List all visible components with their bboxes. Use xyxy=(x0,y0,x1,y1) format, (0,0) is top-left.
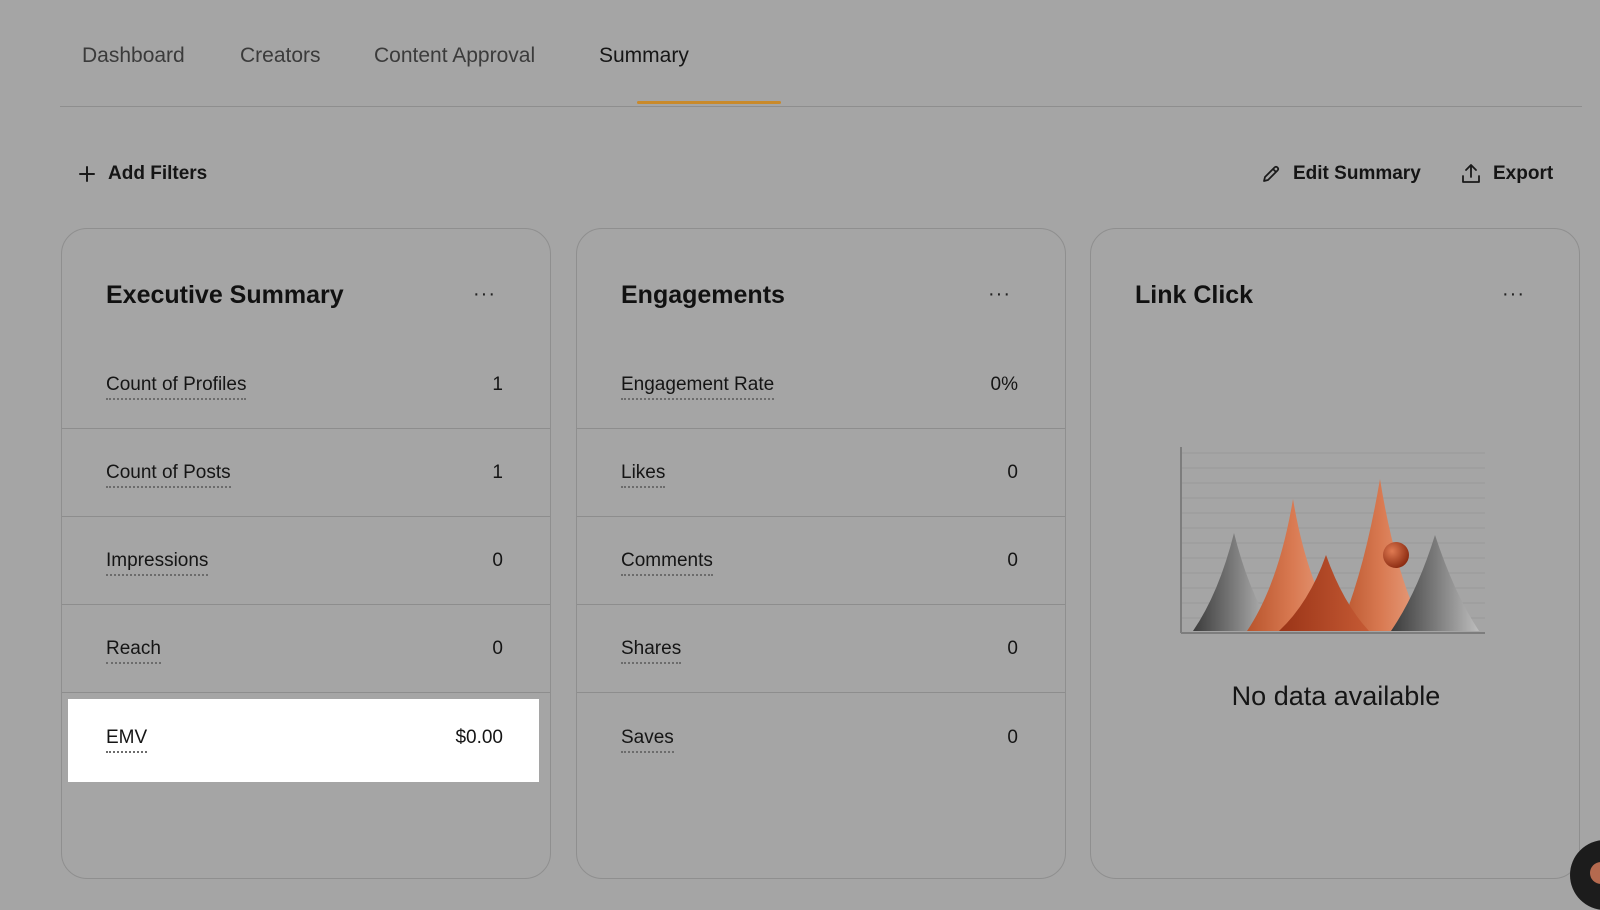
metric-label: Likes xyxy=(621,462,666,488)
metric-row-engagement-rate[interactable]: Engagement Rate 0% xyxy=(577,341,1065,429)
edit-summary-button[interactable]: Edit Summary xyxy=(1261,160,1421,188)
add-filters-button[interactable]: Add Filters xyxy=(78,160,207,188)
metric-value: $0.00 xyxy=(455,727,503,748)
active-tab-indicator xyxy=(637,101,781,104)
metric-value: 0 xyxy=(1007,727,1018,748)
tab-content-approval[interactable]: Content Approval xyxy=(374,44,535,68)
tab-dashboard[interactable]: Dashboard xyxy=(82,44,185,68)
edit-summary-label: Edit Summary xyxy=(1293,163,1421,184)
pencil-icon xyxy=(1263,165,1280,182)
more-options-icon[interactable]: ··· xyxy=(1502,283,1525,306)
metric-row-impressions[interactable]: Impressions 0 xyxy=(62,517,550,605)
card-title: Link Click xyxy=(1135,281,1254,309)
metric-value: 0 xyxy=(1007,462,1018,483)
metric-label: Count of Posts xyxy=(106,462,231,488)
export-label: Export xyxy=(1493,163,1554,184)
metric-row-comments[interactable]: Comments 0 xyxy=(577,517,1065,605)
plus-icon xyxy=(79,166,95,182)
metric-row-likes[interactable]: Likes 0 xyxy=(577,429,1065,517)
add-filters-label: Add Filters xyxy=(108,163,208,184)
metric-value: 0 xyxy=(492,638,503,659)
card-title: Engagements xyxy=(621,281,785,309)
metric-value: 0 xyxy=(492,550,503,571)
metric-value: 0 xyxy=(1007,638,1018,659)
metric-row-shares[interactable]: Shares 0 xyxy=(577,605,1065,693)
metric-label: Reach xyxy=(106,638,161,664)
chat-icon xyxy=(1590,862,1600,884)
metric-label: Shares xyxy=(621,638,682,664)
metric-label: Impressions xyxy=(106,550,209,576)
metric-row-reach[interactable]: Reach 0 xyxy=(62,605,550,693)
more-options-icon[interactable]: ··· xyxy=(473,283,496,306)
tab-bar: Dashboard Creators Content Approval Summ… xyxy=(60,0,1582,107)
no-data-message: No data available xyxy=(1231,681,1441,711)
metric-label: Comments xyxy=(621,550,713,576)
more-options-icon[interactable]: ··· xyxy=(988,283,1011,306)
metric-label: Engagement Rate xyxy=(621,374,775,400)
link-click-card: Link Click ··· No data available xyxy=(1090,228,1580,879)
metric-row-emv[interactable]: EMV $0.00 xyxy=(62,693,550,781)
engagements-card: Engagements ··· Engagement Rate 0% Likes… xyxy=(576,228,1066,879)
export-button[interactable]: Export xyxy=(1461,160,1553,188)
metric-row-count-of-profiles[interactable]: Count of Profiles 1 xyxy=(62,341,550,429)
metric-value: 1 xyxy=(492,374,503,395)
metric-row-saves[interactable]: Saves 0 xyxy=(577,693,1065,781)
metric-row-count-of-posts[interactable]: Count of Posts 1 xyxy=(62,429,550,517)
metric-value: 0 xyxy=(1007,550,1018,571)
metric-label: Count of Profiles xyxy=(106,374,247,400)
empty-chart-illustration xyxy=(1180,447,1485,634)
tab-creators[interactable]: Creators xyxy=(240,44,321,68)
upload-icon xyxy=(1462,164,1480,183)
metric-value: 0% xyxy=(990,374,1018,395)
metric-label: Saves xyxy=(621,727,674,753)
metric-value: 1 xyxy=(492,462,503,483)
card-title: Executive Summary xyxy=(106,281,344,309)
metric-label: EMV xyxy=(106,727,148,753)
executive-summary-card: Executive Summary ··· Count of Profiles … xyxy=(61,228,551,879)
tab-summary[interactable]: Summary xyxy=(599,44,689,68)
